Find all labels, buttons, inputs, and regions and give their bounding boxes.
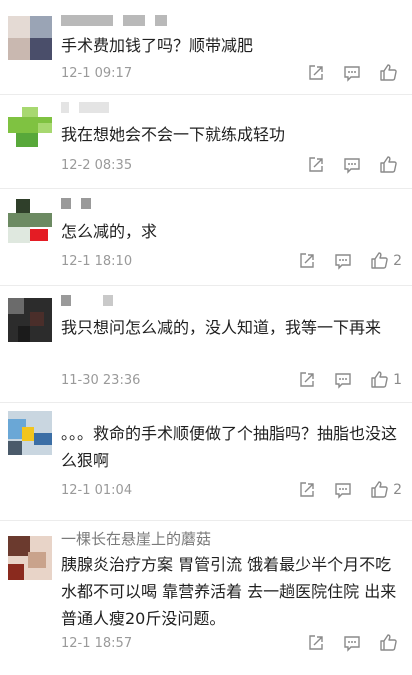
- like-button[interactable]: 2: [370, 480, 402, 499]
- comment-time: 12-1 01:04: [61, 483, 133, 498]
- like-button[interactable]: [379, 155, 402, 174]
- share-button[interactable]: [307, 64, 325, 82]
- comment-item: 怎么减的，求 12-1 18:10 2: [0, 189, 412, 286]
- share-button[interactable]: [307, 634, 325, 652]
- like-count: 1: [393, 371, 402, 388]
- like-button[interactable]: [379, 63, 402, 82]
- like-count: 2: [393, 252, 402, 269]
- reply-button[interactable]: [334, 371, 352, 389]
- comment-text: 我只想问怎么减的，没人知道，我等一下再来: [61, 318, 382, 337]
- comment-item: 我只想问怎么减的，没人知道，我等一下再来 11-30 23:36 1: [0, 286, 412, 403]
- username-redacted[interactable]: [61, 294, 123, 310]
- comment-time: 11-30 23:36: [61, 373, 141, 388]
- share-icon: [309, 634, 323, 650]
- like-button[interactable]: [379, 633, 402, 652]
- reply-button[interactable]: [343, 64, 361, 82]
- thumbs-up-icon: [380, 156, 397, 173]
- comment-time: 12-2 08:35: [61, 158, 133, 173]
- avatar[interactable]: [8, 536, 52, 580]
- comment-text: 。。。救命的手术顺便做了个抽脂吗？抽脂也没这么狠啊: [61, 424, 398, 470]
- like-button[interactable]: 1: [370, 370, 402, 389]
- like-count: 2: [393, 481, 402, 498]
- comment-actions: [307, 155, 402, 174]
- thumbs-up-icon: [380, 634, 397, 651]
- share-icon: [300, 481, 314, 497]
- comment-icon: [344, 157, 360, 174]
- comment-item: 我在想她会不会一下就练成轻功 12-2 08:35: [0, 95, 412, 189]
- share-button[interactable]: [298, 371, 316, 389]
- avatar[interactable]: [8, 103, 52, 147]
- reply-button[interactable]: [334, 481, 352, 499]
- share-icon: [300, 252, 314, 268]
- comment-text: 怎么减的，求: [61, 222, 158, 241]
- comment-time: 12-1 18:57: [61, 636, 133, 651]
- share-button[interactable]: [298, 252, 316, 270]
- comment-text: 我在想她会不会一下就练成轻功: [61, 125, 286, 144]
- comment-actions: 2: [298, 480, 402, 499]
- comment-item: 手术费加钱了吗？顺带减肥 12-1 09:17: [0, 0, 412, 95]
- comment-actions: 2: [298, 251, 402, 270]
- comment-icon: [335, 372, 351, 389]
- comment-time: 12-1 18:10: [61, 254, 133, 269]
- share-icon: [309, 156, 323, 172]
- share-button[interactable]: [298, 481, 316, 499]
- share-button[interactable]: [307, 156, 325, 174]
- share-icon: [309, 64, 323, 80]
- thumbs-up-icon: [371, 481, 388, 498]
- comment-item: 一棵长在悬崖上的蘑菇 胰腺炎治疗方案 胃管引流 饿着最少半个月不吃 水都不可以喝…: [0, 521, 412, 657]
- username-redacted[interactable]: [61, 14, 177, 30]
- avatar[interactable]: [8, 16, 52, 60]
- thumbs-up-icon: [371, 371, 388, 388]
- reply-button[interactable]: [343, 156, 361, 174]
- username-redacted[interactable]: [61, 197, 101, 213]
- username[interactable]: 一棵长在悬崖上的蘑菇: [61, 528, 211, 549]
- reply-button[interactable]: [343, 634, 361, 652]
- like-button[interactable]: 2: [370, 251, 402, 270]
- comment-text: 胰腺炎治疗方案 胃管引流 饿着最少半个月不吃 水都不可以喝 靠营养活着 去一趟医…: [61, 555, 397, 628]
- avatar[interactable]: [8, 199, 52, 243]
- comment-text: 手术费加钱了吗？顺带减肥: [61, 36, 254, 55]
- comment-time: 12-1 09:17: [61, 66, 133, 81]
- comment-icon: [344, 635, 360, 652]
- share-icon: [300, 371, 314, 387]
- comment-icon: [335, 253, 351, 270]
- comment-icon: [335, 482, 351, 499]
- reply-button[interactable]: [334, 252, 352, 270]
- thumbs-up-icon: [371, 252, 388, 269]
- comment-actions: [307, 63, 402, 82]
- comment-actions: 1: [298, 370, 402, 389]
- comment-actions: [307, 633, 402, 652]
- thumbs-up-icon: [380, 64, 397, 81]
- avatar[interactable]: [8, 411, 52, 455]
- comment-item: 。。。救命的手术顺便做了个抽脂吗？抽脂也没这么狠啊 12-1 01:04 2: [0, 403, 412, 521]
- username-redacted[interactable]: [61, 101, 119, 117]
- comment-icon: [344, 65, 360, 82]
- avatar[interactable]: [8, 298, 52, 342]
